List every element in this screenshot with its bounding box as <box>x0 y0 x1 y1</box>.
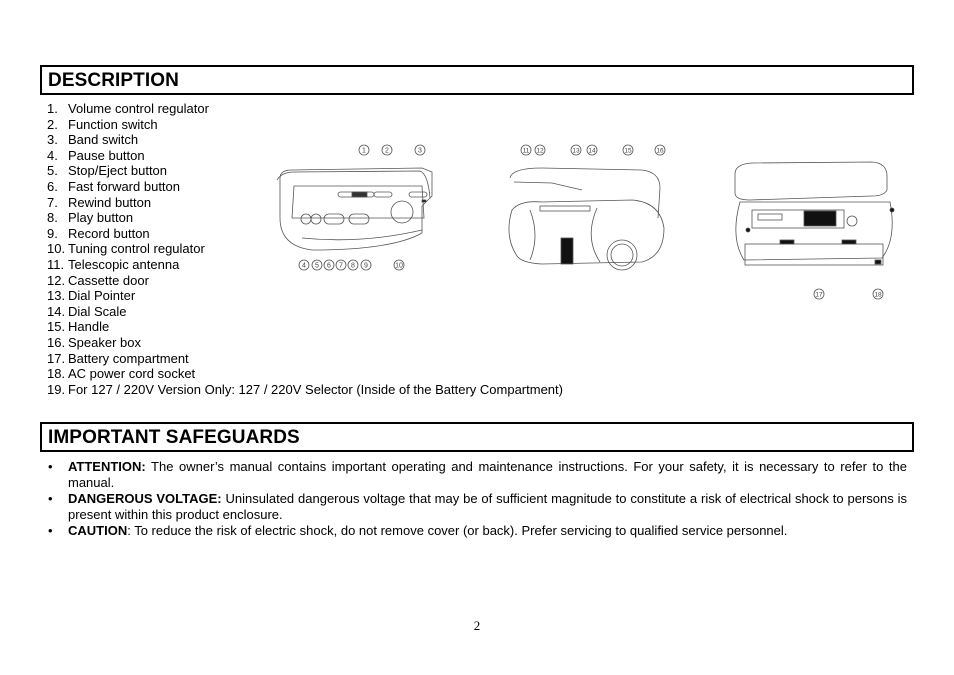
safeguard-label: CAUTION <box>68 523 128 538</box>
safeguard-dangerous-voltage: • DANGEROUS VOLTAGE: Uninsulated dangerou… <box>47 491 907 523</box>
description-heading: DESCRIPTION <box>48 70 179 91</box>
back-view-callouts <box>813 288 884 300</box>
callout-13: 13 <box>572 148 580 155</box>
callout-15: 15 <box>624 148 632 155</box>
safeguard-text: : To reduce the risk of electric shock, … <box>127 523 788 538</box>
description-heading-box: DESCRIPTION <box>40 65 914 95</box>
list-item: 2. Function switch <box>47 116 158 132</box>
product-diagrams: 1 2 3 4 5 6 7 8 9 10 11 12 13 14 15 16 1… <box>272 138 902 303</box>
list-item: 1. Volume control regulator <box>47 101 209 116</box>
callout-9: 9 <box>364 263 368 270</box>
callout-16: 16 <box>656 148 664 155</box>
list-item: 19. For 127 / 220V Version Only: 127 / 22… <box>47 381 563 397</box>
top-view-callouts <box>298 144 426 271</box>
safeguards-heading-box: IMPORTANT SAFEGUARDS <box>40 422 914 452</box>
safeguard-attention: • ATTENTION: The owner’s manual contains … <box>47 459 907 491</box>
list-item: 17. Battery compartment <box>47 350 189 366</box>
bullet-icon: • <box>48 523 53 538</box>
callout-5: 5 <box>315 263 319 270</box>
list-item: 18. AC power cord socket <box>47 366 196 382</box>
list-item: 15. Handle <box>47 319 110 335</box>
callout-18: 18 <box>874 292 882 299</box>
callout-14: 14 <box>588 148 596 155</box>
safeguards-list: • ATTENTION: The owner’s manual contains … <box>47 459 907 539</box>
back-view-callout-labels: 17 18 <box>815 292 882 299</box>
safeguard-text: The owner’s manual contains important op… <box>68 459 907 490</box>
bullet-icon: • <box>48 459 53 474</box>
page-number: 2 <box>473 618 481 633</box>
list-item: 14. Dial Scale <box>47 303 127 319</box>
callout-8: 8 <box>351 263 355 270</box>
callout-12: 12 <box>536 148 544 155</box>
back-view-diagram <box>734 161 895 266</box>
callout-6: 6 <box>327 263 331 270</box>
callout-4: 4 <box>302 263 306 270</box>
safeguard-label: DANGEROUS VOLTAGE: <box>68 491 222 506</box>
callout-1: 1 <box>362 148 366 155</box>
callout-7: 7 <box>339 263 343 270</box>
safeguard-label: ATTENTION: <box>68 459 146 474</box>
safeguard-caution: • CAUTION: To reduce the risk of electric… <box>47 523 907 539</box>
callout-11: 11 <box>523 148 530 155</box>
callout-3: 3 <box>418 148 422 155</box>
safeguards-heading: IMPORTANT SAFEGUARDS <box>48 427 300 448</box>
bullet-icon: • <box>48 491 53 506</box>
top-view-diagram <box>276 167 433 251</box>
front-view-diagram <box>508 167 665 271</box>
callout-2: 2 <box>385 148 389 155</box>
callout-17: 17 <box>815 292 823 299</box>
top-view-callout-labels: 1 2 3 4 5 6 7 8 9 10 <box>302 148 422 270</box>
list-item: 16. Speaker box <box>47 334 141 350</box>
callout-10: 10 <box>395 263 403 270</box>
